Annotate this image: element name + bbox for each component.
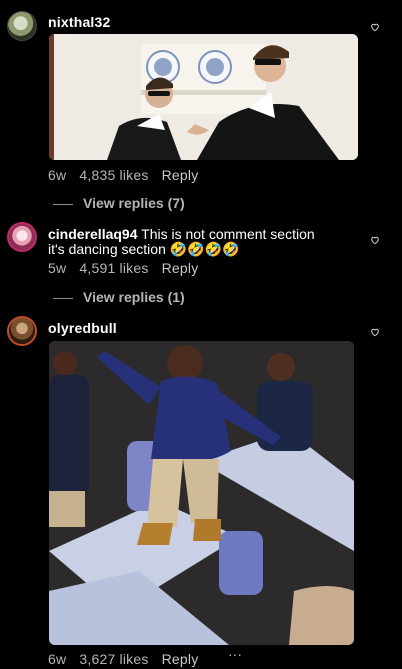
comment-meta: 6w 3,627 likes Reply [48, 651, 207, 667]
comment-time: 6w [48, 167, 67, 183]
reply-button[interactable]: Reply [162, 651, 199, 667]
comment-time: 6w [48, 651, 67, 667]
comment-likes[interactable]: 3,627 likes [79, 651, 148, 667]
divider [53, 297, 73, 299]
reply-button[interactable]: Reply [162, 260, 199, 276]
heart-outline-icon[interactable] [370, 22, 380, 32]
view-replies-button[interactable]: View replies (7) [53, 195, 185, 211]
comment-meta: 6w 4,835 likes Reply [48, 167, 207, 183]
comment-username[interactable]: olyredbull [48, 320, 117, 336]
comment-username[interactable]: nixthal32 [48, 14, 111, 30]
comment-gif-media[interactable] [49, 341, 354, 645]
reply-button[interactable]: Reply [162, 167, 199, 183]
comment-meta: 5w 4,591 likes Reply [48, 260, 207, 276]
comment-likes[interactable]: 4,835 likes [79, 167, 148, 183]
comment-username[interactable]: cinderellaq94 [48, 226, 138, 242]
comment-time: 5w [48, 260, 67, 276]
more-options-button[interactable]: ··· [228, 646, 242, 662]
view-replies-button[interactable]: View replies (1) [53, 289, 185, 305]
view-replies-label: View replies (7) [83, 195, 185, 211]
view-replies-label: View replies (1) [83, 289, 185, 305]
divider [53, 203, 73, 205]
avatar[interactable] [7, 316, 37, 346]
avatar[interactable] [7, 11, 37, 41]
comment-body: cinderellaq94 This is not comment sectio… [48, 227, 368, 257]
comment-text-line1: This is not comment section [141, 226, 315, 242]
avatar[interactable] [7, 222, 37, 252]
heart-outline-icon[interactable] [370, 235, 380, 245]
comment-gif-media[interactable] [49, 34, 358, 160]
heart-outline-icon[interactable] [370, 327, 380, 337]
comment-text-line2: it's dancing section [48, 241, 166, 257]
comment-likes[interactable]: 4,591 likes [79, 260, 148, 276]
emoji-row: 🤣🤣🤣🤣 [169, 241, 240, 257]
